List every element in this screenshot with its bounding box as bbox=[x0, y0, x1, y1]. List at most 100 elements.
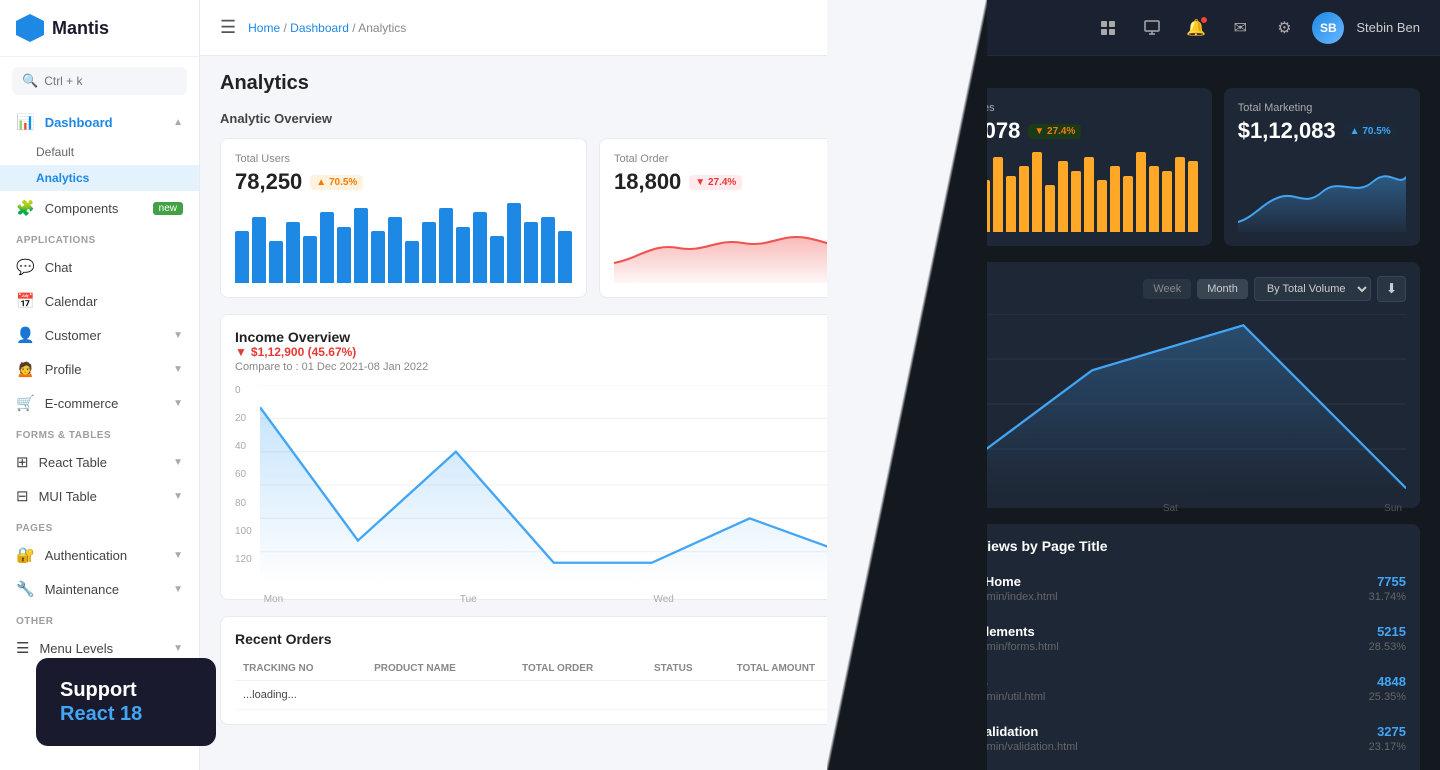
sidebar-item-customer[interactable]: 👤 Customer ▼ bbox=[0, 318, 199, 352]
sidebar-sub-label: Default bbox=[36, 145, 74, 159]
pv-count: 4848 bbox=[1369, 674, 1406, 689]
page-view-row[interactable]: Modals /demo/admin/modals.html 3003 22.2… bbox=[941, 764, 1406, 770]
bar bbox=[1110, 166, 1120, 232]
notification-badge bbox=[1200, 16, 1208, 24]
search-icon: 🔍 bbox=[22, 73, 38, 89]
menu-toggle-icon[interactable]: ☰ bbox=[220, 17, 236, 38]
recent-orders-title: Recent Orders bbox=[235, 631, 872, 647]
page-content: Analytics Analytic Overview Total Users … bbox=[200, 56, 907, 741]
table-row[interactable]: ...loading... bbox=[235, 681, 872, 710]
page-view-row[interactable]: Utilities /demo/admin/util.html 4848 25.… bbox=[941, 664, 1406, 714]
dark-income-header: Week Month By Total Volume ⬇ bbox=[941, 276, 1406, 302]
dashboard-icon: 📊 bbox=[16, 113, 35, 131]
chevron-down-icon: ▼ bbox=[173, 491, 183, 502]
total-marketing-chart bbox=[1238, 152, 1406, 232]
stats-row: Total Users 78,250 ▲ 70.5% Total Order 1… bbox=[220, 138, 887, 298]
pv-count: 5215 bbox=[1369, 624, 1406, 639]
sidebar-item-analytics[interactable]: Analytics bbox=[0, 165, 199, 191]
search-input[interactable] bbox=[44, 74, 177, 88]
pv-url: /demo/admin/index.html bbox=[941, 591, 1058, 603]
chat-icon: 💬 bbox=[16, 258, 35, 276]
sidebar-item-profile[interactable]: 🙍 Profile ▼ bbox=[0, 352, 199, 386]
col-total-order: TOTAL ORDER bbox=[514, 657, 646, 681]
sidebar-item-calendar[interactable]: 📅 Calendar bbox=[0, 284, 199, 318]
section-other: Other bbox=[0, 606, 199, 631]
sales-bar-chart bbox=[941, 152, 1198, 232]
bar bbox=[507, 203, 521, 283]
total-order-chart bbox=[614, 203, 872, 283]
sidebar-search[interactable]: 🔍 bbox=[12, 67, 187, 95]
chevron-up-icon: ▲ bbox=[173, 117, 183, 128]
bar bbox=[1071, 171, 1081, 232]
income-chart: MonTueWedThu bbox=[260, 385, 872, 585]
breadcrumb-dashboard[interactable]: Dashboard bbox=[290, 21, 349, 35]
support-popup[interactable]: Support React 18 bbox=[36, 658, 216, 746]
chevron-down-icon: ▼ bbox=[173, 550, 183, 561]
sidebar-item-label: Chat bbox=[45, 260, 72, 275]
download-button[interactable]: ⬇ bbox=[1377, 276, 1406, 302]
sidebar-item-label: Authentication bbox=[45, 548, 127, 563]
monitor-icon-btn[interactable] bbox=[1136, 12, 1168, 44]
pv-count: 3275 bbox=[1369, 724, 1406, 739]
page-views-card: Page Views by Page Title Admin Home /dem… bbox=[927, 524, 1420, 770]
page-view-row[interactable]: Form Elements /demo/admin/forms.html 521… bbox=[941, 614, 1406, 664]
customer-icon: 👤 bbox=[16, 326, 35, 344]
sidebar-item-maintenance[interactable]: 🔧 Maintenance ▼ bbox=[0, 572, 199, 606]
sidebar-item-ecommerce[interactable]: 🛒 E-commerce ▼ bbox=[0, 386, 199, 420]
recent-orders-card: Recent Orders TRACKING NO PRODUCT NAME T… bbox=[220, 616, 887, 725]
page-title: Analytics bbox=[220, 72, 887, 95]
page-views-title: Page Views by Page Title bbox=[941, 538, 1406, 554]
sidebar-item-components[interactable]: 🧩 Components new bbox=[0, 191, 199, 225]
breadcrumb: Home / Dashboard / Analytics bbox=[248, 21, 406, 35]
x-axis: MonTueWedThu bbox=[260, 594, 872, 605]
bar bbox=[1006, 176, 1016, 232]
stat-badge: ▲ 70.5% bbox=[1344, 124, 1397, 139]
sidebar-item-default[interactable]: Default bbox=[0, 139, 199, 165]
grid-icon-btn[interactable] bbox=[1092, 12, 1124, 44]
topbar-dark: 🔔 ✉ ⚙ SB Stebin Ben bbox=[907, 0, 1440, 56]
dark-page-content: Total Sales $35,078 ▼ 27.4% Total Market… bbox=[907, 56, 1440, 770]
bar bbox=[490, 236, 504, 283]
pv-pct: 28.53% bbox=[1369, 641, 1406, 653]
week-button[interactable]: Week bbox=[1143, 279, 1191, 299]
dark-panel: 🔔 ✉ ⚙ SB Stebin Ben Total Sales bbox=[907, 0, 1440, 770]
page-view-row[interactable]: Admin Home /demo/admin/index.html 7755 3… bbox=[941, 564, 1406, 614]
bar bbox=[1019, 166, 1029, 232]
bar bbox=[1149, 166, 1159, 232]
pv-url: /demo/admin/forms.html bbox=[941, 641, 1059, 653]
bar bbox=[473, 212, 487, 283]
stat-label: Total Order bbox=[614, 153, 872, 165]
bar bbox=[524, 222, 538, 283]
bar bbox=[235, 231, 249, 283]
month-button[interactable]: Month bbox=[1197, 279, 1248, 299]
page-view-row[interactable]: Form Validation /demo/admin/validation.h… bbox=[941, 714, 1406, 764]
calendar-icon: 📅 bbox=[16, 292, 35, 310]
dark-x-axis: FriSatSun bbox=[941, 503, 1406, 514]
bar bbox=[439, 208, 453, 283]
sidebar-item-dashboard[interactable]: 📊 Dashboard ▲ bbox=[0, 105, 199, 139]
stat-label: Total Users bbox=[235, 153, 572, 165]
pv-title: Form Elements bbox=[941, 624, 1059, 639]
bar bbox=[422, 222, 436, 283]
sidebar-item-react-table[interactable]: ⊞ React Table ▼ bbox=[0, 445, 199, 479]
section-pages: Pages bbox=[0, 513, 199, 538]
settings-icon-btn[interactable]: ⚙ bbox=[1268, 12, 1300, 44]
col-tracking: TRACKING NO bbox=[235, 657, 366, 681]
sidebar-item-authentication[interactable]: 🔐 Authentication ▼ bbox=[0, 538, 199, 572]
breadcrumb-home[interactable]: Home bbox=[248, 21, 280, 35]
income-header: Income Overview ▼ $1,12,900 (45.67%) Com… bbox=[235, 329, 872, 373]
bar bbox=[303, 236, 317, 283]
bar bbox=[1032, 152, 1042, 232]
bar bbox=[1097, 180, 1107, 232]
sidebar-logo[interactable]: Mantis bbox=[0, 0, 199, 57]
chevron-down-icon: ▼ bbox=[173, 398, 183, 409]
stat-badge: ▼ 27.4% bbox=[689, 175, 742, 190]
bar bbox=[388, 217, 402, 283]
sidebar-item-chat[interactable]: 💬 Chat bbox=[0, 250, 199, 284]
sidebar-item-label: MUI Table bbox=[39, 489, 97, 504]
volume-select[interactable]: By Total Volume bbox=[1254, 277, 1371, 301]
section-applications: Applications bbox=[0, 225, 199, 250]
sidebar-item-mui-table[interactable]: ⊟ MUI Table ▼ bbox=[0, 479, 199, 513]
mail-icon-btn[interactable]: ✉ bbox=[1224, 12, 1256, 44]
bell-icon-btn[interactable]: 🔔 bbox=[1180, 12, 1212, 44]
